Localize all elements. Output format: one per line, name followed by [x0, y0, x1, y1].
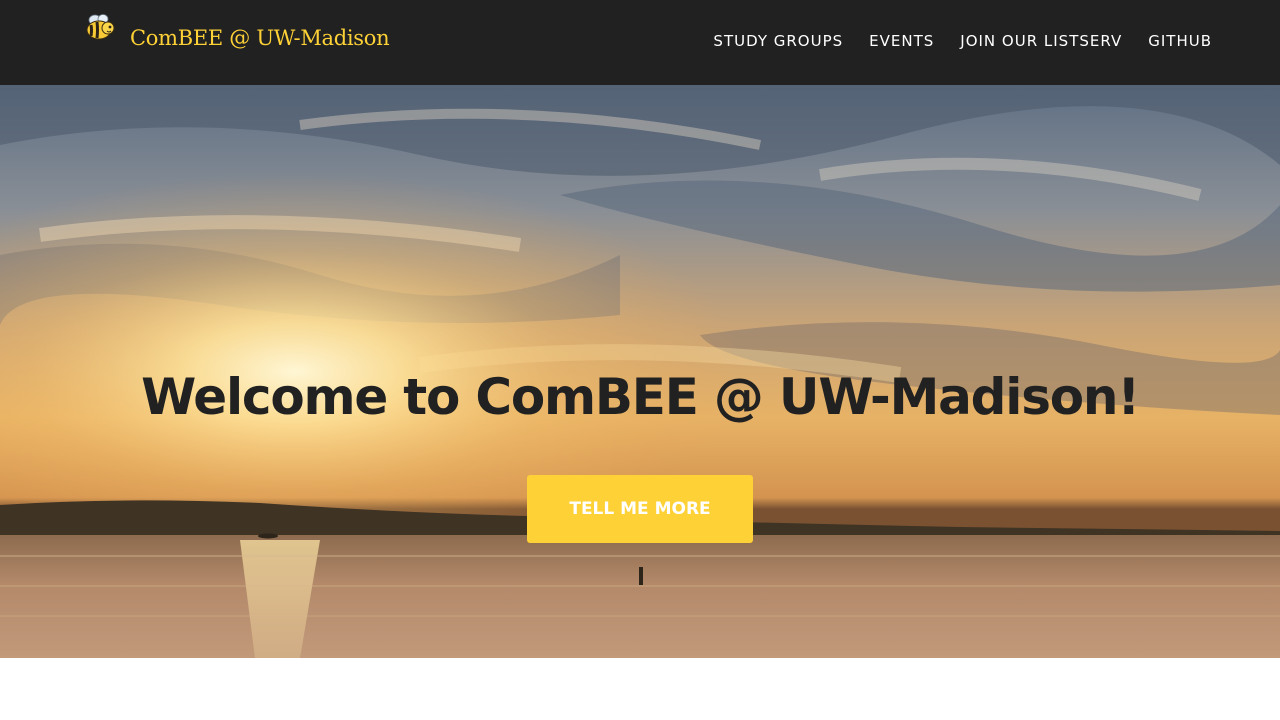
nav-link-study-groups[interactable]: STUDY GROUPS — [713, 32, 843, 50]
navbar: ComBEE @ UW-Madison STUDY GROUPS EVENTS … — [0, 0, 1280, 85]
nav-link-events[interactable]: EVENTS — [869, 32, 934, 50]
brand-title[interactable]: ComBEE @ UW-Madison — [130, 26, 390, 50]
nav-menu: STUDY GROUPS EVENTS JOIN OUR LISTSERV GI… — [713, 31, 1212, 51]
nav-link-listserv[interactable]: JOIN OUR LISTSERV — [960, 32, 1122, 50]
bee-icon[interactable] — [84, 11, 116, 43]
content-section — [0, 658, 1280, 720]
hero-section: Welcome to ComBEE @ UW-Madison! TELL ME … — [0, 85, 1280, 658]
hero-title: Welcome to ComBEE @ UW-Madison! — [141, 368, 1140, 426]
nav-link-github[interactable]: GITHUB — [1148, 32, 1212, 50]
tell-me-more-button[interactable]: TELL ME MORE — [527, 475, 753, 543]
